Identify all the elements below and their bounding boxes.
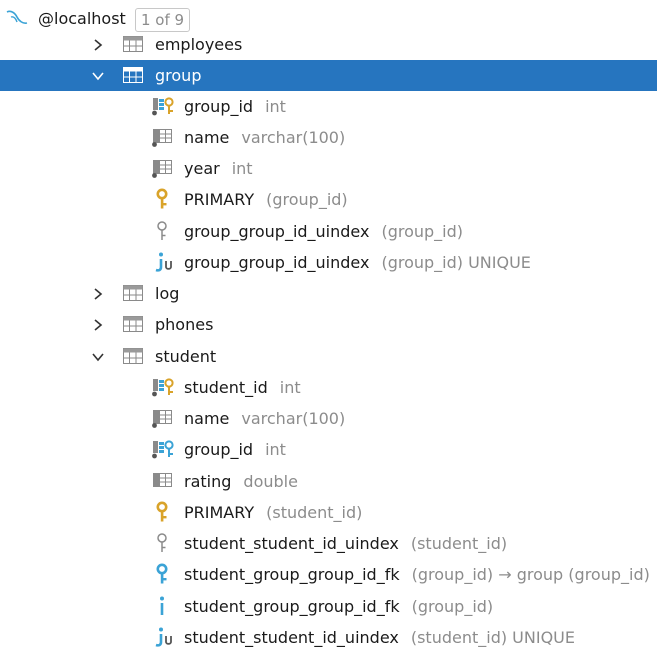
index-icon [151,595,173,617]
tree-node-column[interactable]: student_id int [0,372,657,403]
tree-node-index[interactable]: student_student_id_uindex (student_id) [0,528,657,559]
table-icon [122,282,144,304]
node-detail: (group_id) [381,222,464,241]
node-label: name [184,409,230,428]
tree-node-table[interactable]: log [0,278,657,309]
node-detail: (group_id) [266,190,348,209]
datasource-count-badge: 1 of 9 [135,7,191,32]
unique-index-icon [151,251,173,273]
tree-node-column[interactable]: year int [0,153,657,184]
node-label: group_group_id_uindex [184,253,370,272]
node-detail: (group_id) UNIQUE [381,253,531,272]
node-label: student_id [184,378,268,397]
tree-node-table[interactable]: student [0,341,657,372]
node-detail: double [243,472,298,491]
chevron-right-icon[interactable] [91,38,105,52]
column-icon [151,126,173,148]
tree-node-table-selected[interactable]: group [0,60,657,91]
node-label: student_student_id_uindex [184,628,399,647]
node-detail: (group_id) → group (group_id) [411,565,650,584]
table-icon [122,313,144,335]
node-label: student_group_group_id_fk [184,597,400,616]
node-label: phones [155,315,214,334]
node-detail: int [265,97,286,116]
primary-key-column-icon [151,95,174,117]
node-detail: varchar(100) [241,409,346,428]
node-label: employees [155,35,243,54]
key-icon [151,188,173,210]
node-label: group_id [184,97,254,116]
node-label: PRIMARY [184,503,255,522]
tree-node-index[interactable]: student_group_group_id_fk (group_id) [0,591,657,622]
tree-node-column[interactable]: name varchar(100) [0,122,657,153]
node-label: rating [184,472,232,491]
chevron-right-icon[interactable] [91,318,105,332]
node-label: log [155,284,180,303]
node-detail: (student_id) [410,534,508,553]
node-detail: int [231,159,253,178]
tree-node-key[interactable]: PRIMARY (student_id) [0,497,657,528]
datasource-icon [5,7,28,29]
node-label: student_group_group_id_fk [184,565,400,584]
node-label: student_student_id_uindex [184,534,399,553]
node-label: group_id [184,440,254,459]
chevron-down-icon[interactable] [91,69,105,83]
tree-node-unique-index[interactable]: student_student_id_uindex (student_id) UN… [0,622,657,653]
node-detail: (student_id) [266,503,363,522]
node-detail: int [279,378,301,397]
tree-node-key[interactable]: PRIMARY (group_id) [0,184,657,215]
index-icon [151,220,173,242]
unique-index-icon [151,626,173,648]
node-label: year [184,159,220,178]
node-label: student [155,347,217,366]
column-icon [151,470,173,492]
primary-key-column-icon [151,376,174,398]
chevron-right-icon[interactable] [91,287,105,301]
table-icon [122,33,144,55]
foreign-key-icon [151,563,173,585]
node-label: group_group_id_uindex [184,222,370,241]
key-icon [151,501,173,523]
column-icon [151,407,173,429]
column-icon [151,157,173,179]
index-icon [151,532,173,554]
table-icon [122,64,144,86]
node-detail: varchar(100) [241,128,346,147]
node-detail: (group_id) [411,597,494,616]
chevron-down-icon[interactable] [91,350,105,364]
tree-node-table[interactable]: employees [0,29,657,60]
tree-node-column[interactable]: name varchar(100) [0,403,657,434]
node-detail: (student_id) UNIQUE [410,628,575,647]
tree-node-column[interactable]: rating double [0,466,657,497]
node-label: group [155,66,202,85]
table-icon [122,345,144,367]
tree-node-column[interactable]: group_id int [0,434,657,465]
tree-node-foreign-key[interactable]: student_group_group_id_fk (group_id) → gr… [0,559,657,590]
tree-node-index[interactable]: group_group_id_uindex (group_id) [0,216,657,247]
tree-node-table[interactable]: phones [0,309,657,340]
tree-node-column[interactable]: group_id int [0,91,657,122]
node-label: PRIMARY [184,190,255,209]
node-detail: int [265,440,286,459]
foreign-key-column-icon [151,438,174,460]
tree-node-unique-index[interactable]: group_group_id_uindex (group_id) UNIQUE [0,247,657,278]
node-label: name [184,128,230,147]
